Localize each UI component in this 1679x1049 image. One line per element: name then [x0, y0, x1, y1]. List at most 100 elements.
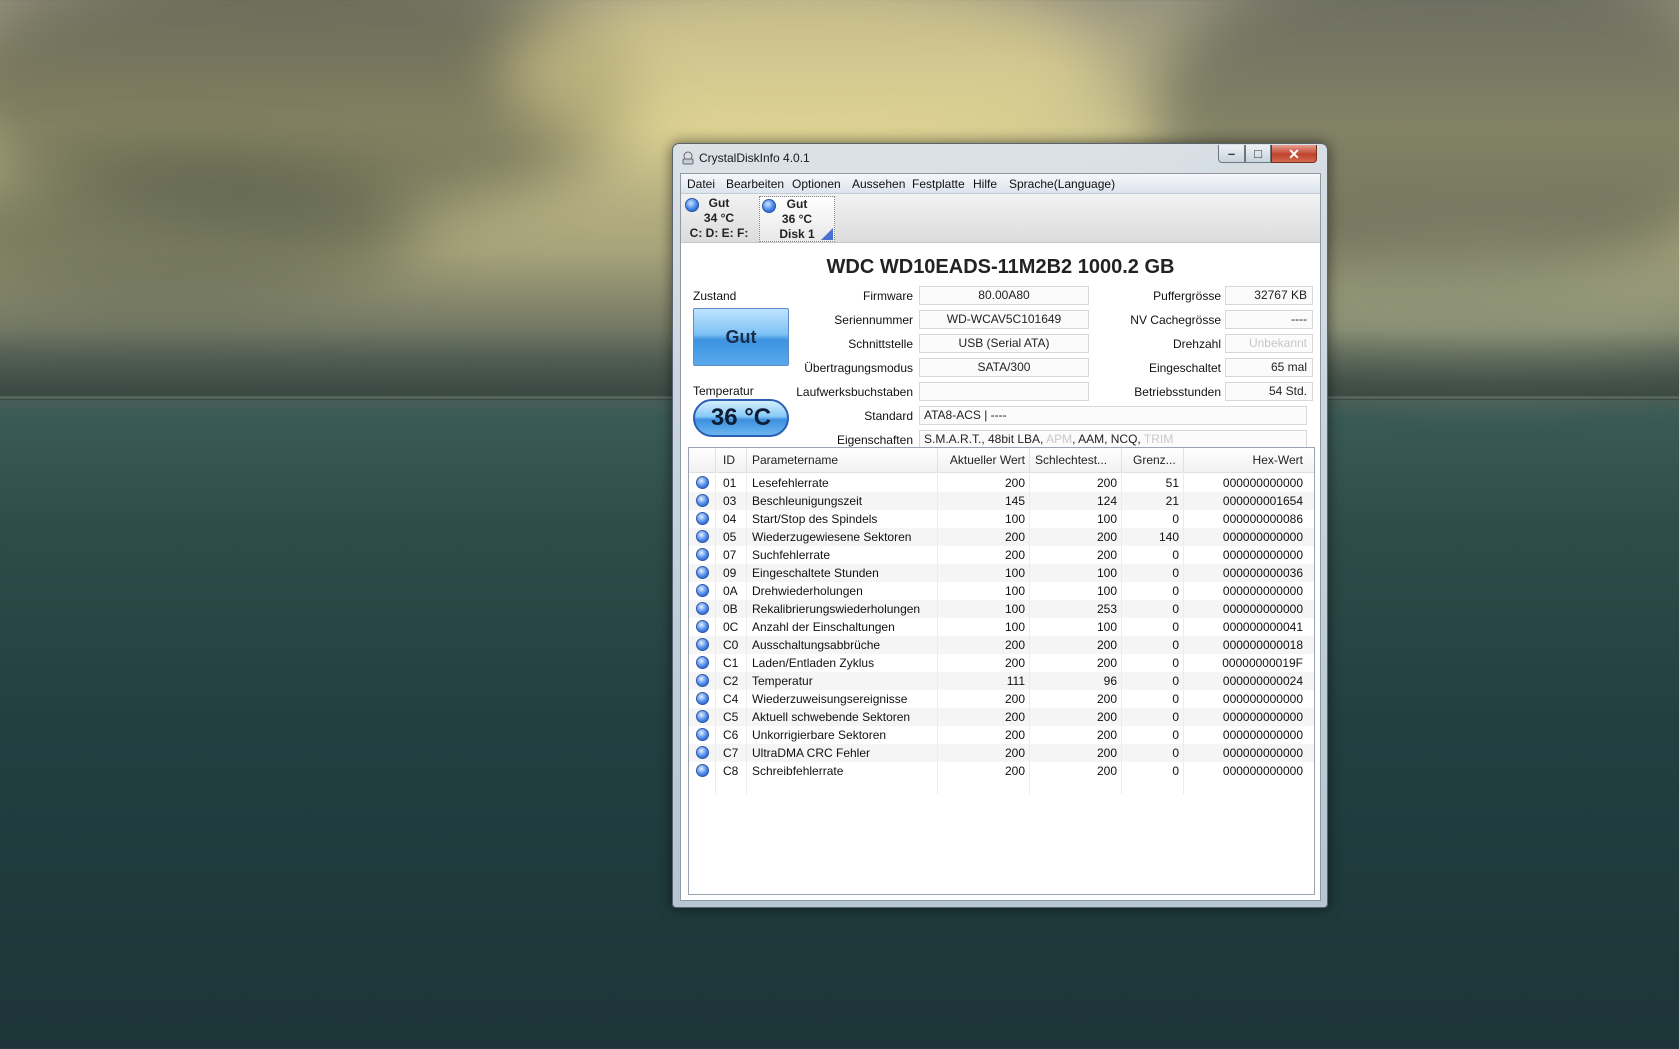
table-row[interactable]: C0 Ausschaltungsabbrüche 200 200 0 0000000000… [689, 636, 1314, 654]
cell-raw: 000000000086 [1222, 512, 1303, 526]
status-dot-icon [696, 746, 709, 759]
cell-name: Aktuell schwebende Sektoren [752, 710, 911, 724]
menu-aussehen[interactable]: Aussehen [852, 177, 905, 191]
cell-worst: 200 [1096, 530, 1117, 544]
cell-raw: 000000000036 [1222, 566, 1303, 580]
minimize-icon: – [1227, 146, 1236, 161]
menu-optionen[interactable]: Optionen [792, 177, 841, 191]
cell-threshold: 0 [1172, 638, 1179, 652]
nvcache-label: NV Cachegrösse [1130, 313, 1221, 327]
standard-label: Standard [864, 409, 913, 423]
powercount-label: Eingeschaltet [1148, 361, 1221, 375]
app-icon [682, 151, 694, 165]
nvcache-value: ---- [1225, 310, 1313, 329]
cell-id: 09 [723, 566, 737, 580]
cell-id: C4 [723, 692, 739, 706]
cell-threshold: 0 [1172, 746, 1179, 760]
close-icon: ✕ [1288, 146, 1300, 162]
cell-threshold: 0 [1172, 602, 1179, 616]
col-worst-header[interactable]: Schlechtest... [1035, 453, 1107, 467]
cell-name: Temperatur [752, 674, 813, 688]
cell-worst: 200 [1096, 656, 1117, 670]
hours-value: 54 Std. [1225, 382, 1313, 401]
menu-sprache[interactable]: Sprache(Language) [1009, 177, 1115, 191]
disk-label: C: D: E: F: [689, 226, 749, 240]
table-row[interactable]: 09 Eingeschaltete Stunden 100 100 0 000000000… [689, 564, 1314, 582]
table-row[interactable]: C8 Schreibfehlerrate 200 200 0 000000000000 [689, 762, 1314, 780]
table-row[interactable]: C1 Laden/Entladen Zyklus 200 200 0 0000000001… [689, 654, 1314, 672]
cell-current: 200 [1004, 476, 1025, 490]
col-threshold-header[interactable]: Grenz... [1133, 453, 1176, 467]
cell-current: 200 [1004, 548, 1025, 562]
cell-current: 200 [1004, 710, 1025, 724]
col-current-header[interactable]: Aktueller Wert [941, 453, 1025, 467]
client-area: Datei Bearbeiten Optionen Aussehen Festp… [680, 173, 1321, 901]
cell-worst: 100 [1096, 512, 1117, 526]
status-dot-icon [696, 530, 709, 543]
temperatur-label: Temperatur [693, 384, 754, 398]
title-bar[interactable]: CrystalDiskInfo 4.0.1 – □ ✕ [673, 144, 1327, 172]
table-row[interactable]: C2 Temperatur 111 96 0 000000000024 [689, 672, 1314, 690]
table-row[interactable]: C6 Unkorrigierbare Sektoren 200 200 0 0000000… [689, 726, 1314, 744]
table-row[interactable]: 0B Rekalibrierungswiederholungen 100 253 0 00… [689, 600, 1314, 618]
cell-name: Ausschaltungsabbrüche [752, 638, 881, 652]
features-smart: S.M.A.R.T., 48bit LBA, [924, 432, 1047, 446]
status-dot-icon [696, 476, 709, 489]
disk-tab-1[interactable]: Gut 34 °C C: D: E: F: [683, 196, 755, 240]
close-button[interactable]: ✕ [1271, 145, 1317, 163]
cell-name: Rekalibrierungswiederholungen [752, 602, 921, 616]
buffer-label: Puffergrösse [1153, 289, 1221, 303]
col-raw-header[interactable]: Hex-Wert [1189, 453, 1303, 467]
menu-datei[interactable]: Datei [687, 177, 715, 191]
cell-threshold: 0 [1172, 764, 1179, 778]
cell-threshold: 0 [1172, 566, 1179, 580]
table-row[interactable]: 04 Start/Stop des Spindels 100 100 0 00000000… [689, 510, 1314, 528]
cell-id: C8 [723, 764, 739, 778]
table-row[interactable]: 05 Wiederzugewiesene Sektoren 200 200 140 000… [689, 528, 1314, 546]
table-row[interactable]: 07 Suchfehlerrate 200 200 0 000000000000 [689, 546, 1314, 564]
table-row[interactable]: C4 Wiederzuweisungsereignisse 200 200 0 00000… [689, 690, 1314, 708]
table-row[interactable]: C5 Aktuell schwebende Sektoren 200 200 0 0000… [689, 708, 1314, 726]
minimize-button[interactable]: – [1218, 145, 1245, 163]
features-mid: , AAM, NCQ, [1072, 432, 1144, 446]
table-row[interactable]: 03 Beschleunigungszeit 145 124 21 00000000165… [689, 492, 1314, 510]
menu-hilfe[interactable]: Hilfe [973, 177, 997, 191]
menu-bar: Datei Bearbeiten Optionen Aussehen Festp… [681, 174, 1320, 194]
cell-worst: 253 [1096, 602, 1117, 616]
features-apm: APM [1046, 432, 1073, 446]
cell-worst: 100 [1096, 566, 1117, 580]
cell-threshold: 0 [1172, 728, 1179, 742]
cell-threshold: 51 [1165, 476, 1179, 490]
cell-raw: 000000000000 [1222, 602, 1303, 616]
health-status-button[interactable]: Gut [693, 308, 789, 366]
temperature-display: 36 °C [693, 399, 789, 437]
cell-threshold: 0 [1172, 620, 1179, 634]
firmware-label: Firmware [863, 289, 913, 303]
col-name-header[interactable]: Parametername [752, 453, 838, 467]
table-row[interactable]: 0A Drehwiederholungen 100 100 0 000000000000 [689, 582, 1314, 600]
drive-model: WDC WD10EADS-11M2B2 1000.2 GB [826, 256, 1175, 278]
cell-worst: 200 [1096, 476, 1117, 490]
cell-id: 07 [723, 548, 737, 562]
table-row[interactable]: C7 UltraDMA CRC Fehler 200 200 0 000000000000 [689, 744, 1314, 762]
cell-threshold: 0 [1172, 710, 1179, 724]
cell-current: 100 [1004, 512, 1025, 526]
status-dot-icon [696, 728, 709, 741]
menu-festplatte[interactable]: Festplatte [912, 177, 965, 191]
maximize-button[interactable]: □ [1245, 145, 1271, 163]
interface-label: Schnittstelle [848, 337, 913, 351]
table-row[interactable]: 0C Anzahl der Einschaltungen 100 100 0 000000… [689, 618, 1314, 636]
cell-raw: 000000000024 [1222, 674, 1303, 688]
cell-raw: 000000000000 [1222, 476, 1303, 490]
disk-tab-2[interactable]: Gut 36 °C Disk 1 [759, 196, 835, 242]
smart-table[interactable]: ID Parametername Aktueller Wert Schlecht… [688, 447, 1315, 895]
cell-name: UltraDMA CRC Fehler [752, 746, 871, 760]
cell-current: 200 [1004, 746, 1025, 760]
menu-bearbeiten[interactable]: Bearbeiten [726, 177, 784, 191]
cell-raw: 000000000000 [1222, 764, 1303, 778]
buffer-value: 32767 KB [1225, 286, 1313, 305]
table-row[interactable]: 01 Lesefehlerrate 200 200 51 000000000000 [689, 474, 1314, 492]
status-dot-icon [696, 620, 709, 633]
corner-triangle-icon [821, 228, 833, 240]
col-id-header[interactable]: ID [723, 453, 735, 467]
